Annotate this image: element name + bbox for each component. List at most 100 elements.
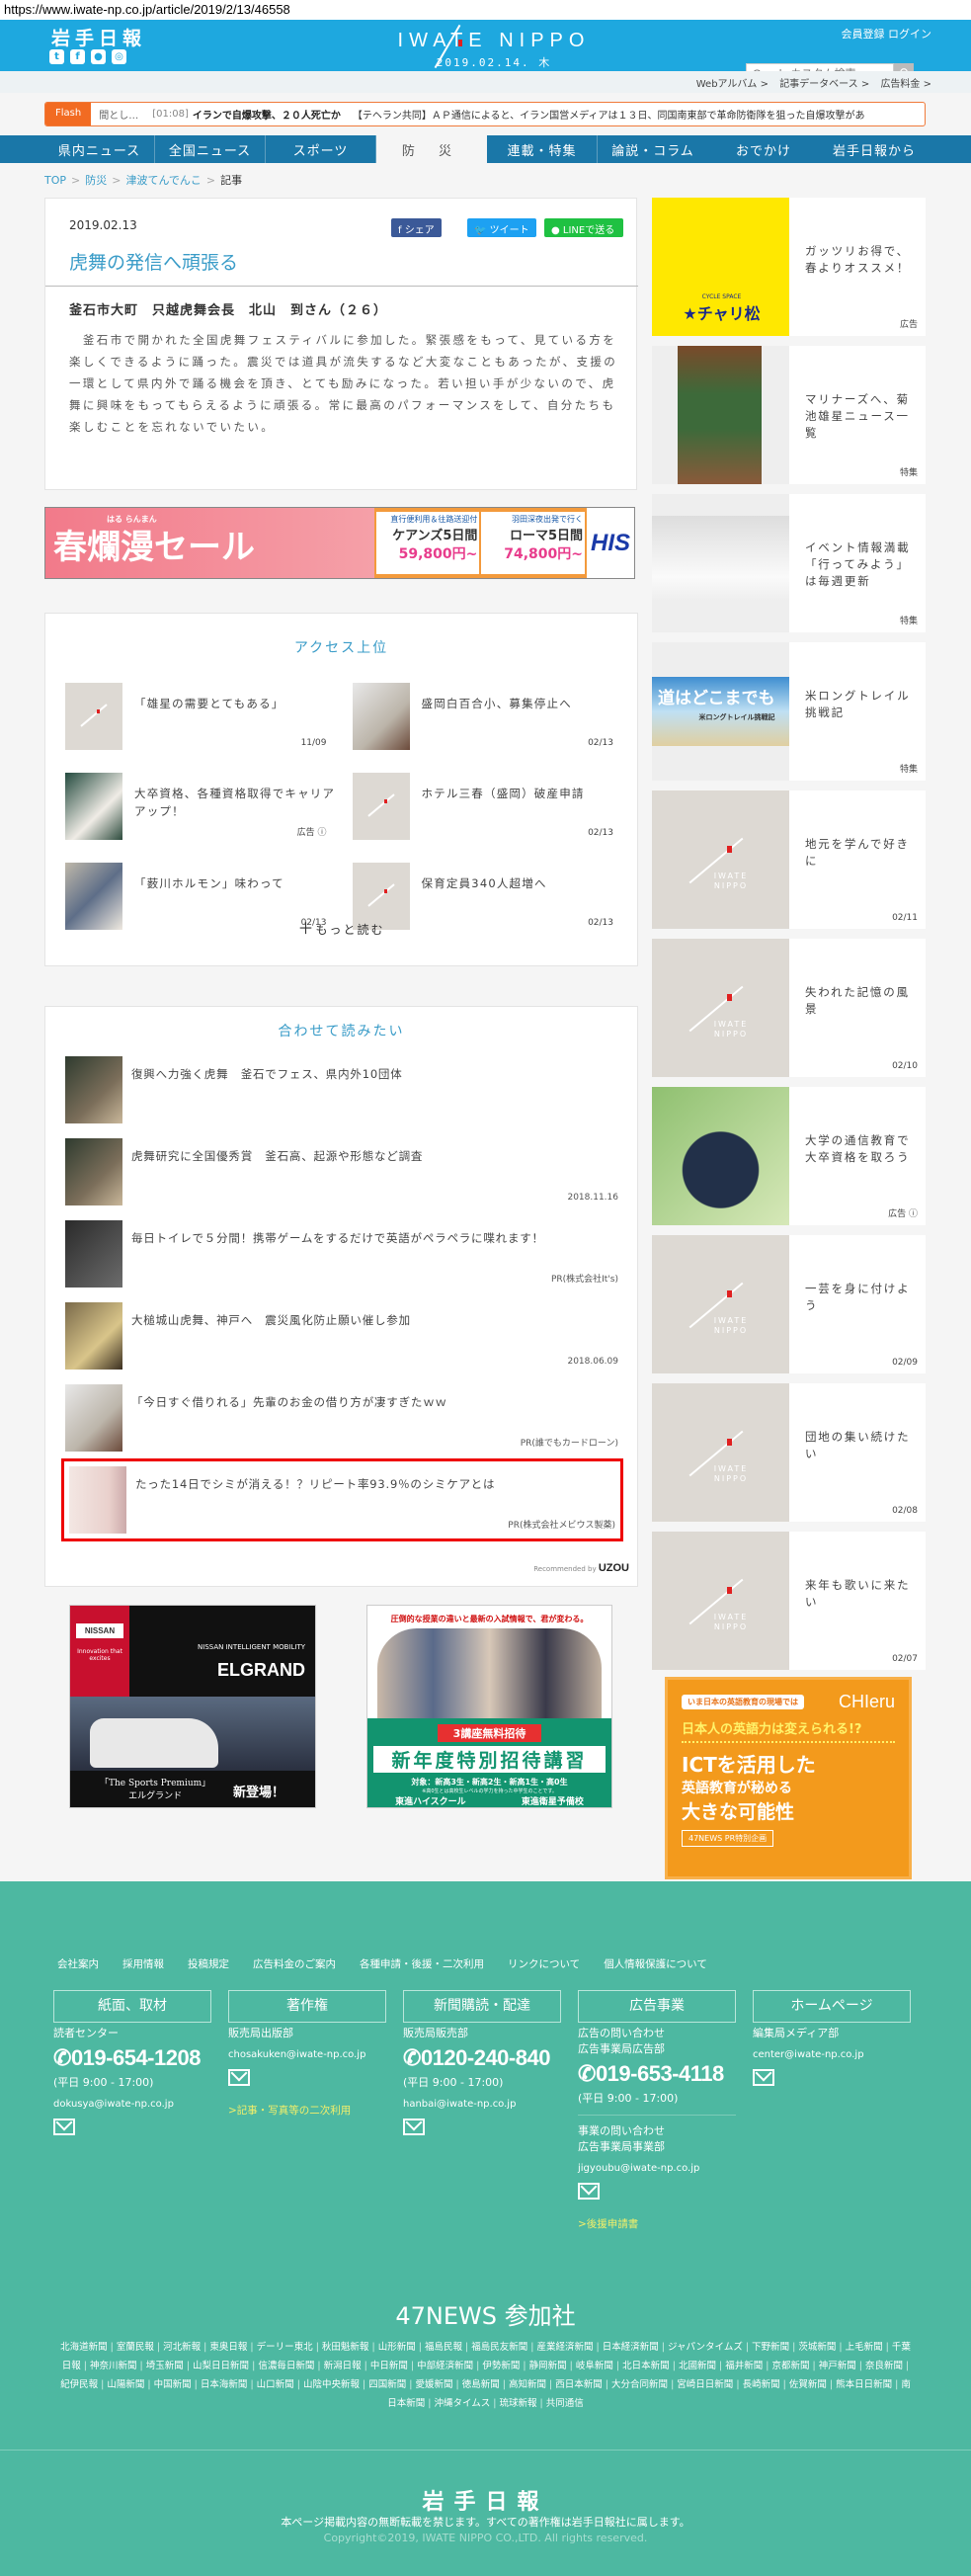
sidebar-card[interactable]: CYCLE SPACE ★チャリ松 ガッツリお得で、春よりオススメ！ 広告 xyxy=(652,198,926,336)
member-paper-link[interactable]: 伊勢新聞 xyxy=(482,2361,528,2371)
flash-news-ticker[interactable]: Flash 間とし… [01:08] イランで自爆攻撃、２０人死亡か 【テヘラン… xyxy=(44,102,926,126)
related-item[interactable]: 虎舞研究に全国優秀賞 釜石高、起源や形態など調査 2018.11.16 xyxy=(65,1138,618,1205)
member-paper-link[interactable]: 北國新聞 xyxy=(679,2361,725,2371)
member-paper-link[interactable]: 静岡新聞 xyxy=(529,2361,576,2371)
footer-link[interactable]: 投稿規定 xyxy=(188,1956,229,1971)
sponsorship-form-link[interactable]: >後援申請書 xyxy=(578,2216,736,2232)
member-paper-link[interactable]: 山形新聞 xyxy=(378,2342,425,2353)
member-paper-link[interactable]: 室蘭民報 xyxy=(117,2342,163,2353)
ad-rates-link[interactable]: 広告料金 > xyxy=(880,79,931,90)
sidebar-card[interactable]: マリナーズへ、菊池雄星ニュース一覧 特集 xyxy=(652,346,926,484)
member-paper-link[interactable]: 埼玉新聞 xyxy=(146,2361,193,2371)
column-heading[interactable]: ホームページ xyxy=(753,1990,911,2023)
sidebar-card[interactable]: 大学の通信教育で大卒資格を取ろう 広告 ⓘ xyxy=(652,1087,926,1225)
nav-from-iwate-nippo[interactable]: 岩手日報から xyxy=(819,135,930,163)
related-item[interactable]: たった14日でシミが消える！？リピート率93.9％のシミケアとは PR(株式会社メ… xyxy=(61,1458,623,1541)
line-share-button[interactable]: ● LINEで送る xyxy=(544,218,623,237)
member-paper-link[interactable]: 北海道新聞 xyxy=(60,2342,117,2353)
member-paper-link[interactable]: 宮崎日日新聞 xyxy=(677,2379,742,2390)
site-logo[interactable]: 岩手日報 xyxy=(51,24,146,50)
mail-icon[interactable] xyxy=(753,2069,774,2086)
member-paper-link[interactable]: 徳島新聞 xyxy=(462,2379,509,2390)
member-paper-link[interactable]: 沖縄タイムス xyxy=(434,2398,499,2409)
secondary-use-link[interactable]: >記事・写真等の二次利用 xyxy=(228,2103,386,2119)
member-paper-link[interactable]: 日本海新聞 xyxy=(201,2379,257,2390)
member-paper-link[interactable]: 共同通信 xyxy=(546,2398,584,2409)
footer-link[interactable]: リンクについて xyxy=(508,1956,580,1971)
nav-outing[interactable]: おでかけ xyxy=(708,135,819,163)
column-heading[interactable]: 新聞購読・配達 xyxy=(403,1990,561,2023)
member-paper-link[interactable]: 熊本日日新聞 xyxy=(836,2379,901,2390)
chieru-ad[interactable]: いま日本の英語教育の現場では CHIeru 日本人の英語力は変えられる!? IC… xyxy=(665,1677,912,1879)
member-paper-link[interactable]: 東奥日報 xyxy=(209,2342,256,2353)
phone-number[interactable]: ✆019-654-1208 xyxy=(53,2045,211,2071)
breadcrumb-category[interactable]: 防災 xyxy=(85,174,107,187)
column-heading[interactable]: 広告事業 xyxy=(578,1990,736,2023)
member-paper-link[interactable]: 山陽新聞 xyxy=(107,2379,153,2390)
member-paper-link[interactable]: 大分合同新聞 xyxy=(611,2379,677,2390)
member-paper-link[interactable]: 中日新聞 xyxy=(370,2361,417,2371)
url-bar[interactable]: https://www.iwate-np.co.jp/article/2019/… xyxy=(0,0,971,20)
instagram-icon[interactable]: ◎ xyxy=(112,49,126,64)
phone-number[interactable]: ✆019-653-4118 xyxy=(578,2061,736,2087)
member-paper-link[interactable]: 佐賀新聞 xyxy=(789,2379,836,2390)
nav-national-news[interactable]: 全国ニュース xyxy=(155,135,266,163)
nav-disaster-prevention[interactable]: 防 災 xyxy=(376,135,487,163)
member-paper-link[interactable]: 京都新聞 xyxy=(771,2361,818,2371)
column-heading[interactable]: 紙面、取材 xyxy=(53,1990,211,2023)
member-paper-link[interactable]: 下野新聞 xyxy=(752,2342,798,2353)
flash-headline[interactable]: イランで自爆攻撃、２０人死亡か xyxy=(193,107,341,122)
member-paper-link[interactable]: 福島民報 xyxy=(425,2342,471,2353)
footer-link[interactable]: 個人情報保護について xyxy=(604,1956,707,1971)
member-paper-link[interactable]: 四国新聞 xyxy=(368,2379,415,2390)
member-paper-link[interactable]: 中国新聞 xyxy=(154,2379,201,2390)
member-paper-link[interactable]: 愛媛新聞 xyxy=(415,2379,461,2390)
member-paper-link[interactable]: 福井新聞 xyxy=(725,2361,771,2371)
member-paper-link[interactable]: 中部経済新聞 xyxy=(417,2361,482,2371)
related-item[interactable]: 復興へ力強く虎舞 釜石でフェス、県内外10団体 xyxy=(65,1056,618,1123)
member-paper-link[interactable]: 高知新聞 xyxy=(509,2379,555,2390)
toshin-ad[interactable]: 圧倒的な授業の違いと最新の入試情報で、君が変わる。 3講座無料招待 新年度特別招… xyxy=(366,1605,612,1808)
footer-link[interactable]: 広告料金のご案内 xyxy=(253,1956,336,1971)
member-paper-link[interactable]: 琉球新報 xyxy=(500,2398,546,2409)
member-paper-link[interactable]: 茨城新聞 xyxy=(798,2342,845,2353)
sidebar-card[interactable]: 団地の集い続けたい 02/08 xyxy=(652,1383,926,1522)
tweet-button[interactable]: 🐦 ツイート xyxy=(467,218,536,237)
member-paper-link[interactable]: 新潟日報 xyxy=(324,2361,370,2371)
mail-icon[interactable] xyxy=(228,2069,250,2086)
nav-series[interactable]: 連載・特集 xyxy=(487,135,598,163)
line-icon[interactable]: ● xyxy=(91,49,106,64)
member-paper-link[interactable]: 産業経済新聞 xyxy=(536,2342,602,2353)
member-paper-link[interactable]: 紀伊民報 xyxy=(60,2379,107,2390)
member-paper-link[interactable]: 福島民友新聞 xyxy=(471,2342,536,2353)
nav-editorial[interactable]: 論説・コラム xyxy=(598,135,708,163)
nav-prefecture-news[interactable]: 県内ニュース xyxy=(44,135,155,163)
web-album-link[interactable]: Webアルバム > xyxy=(696,79,769,90)
recommended-by[interactable]: Recommended by UZOU xyxy=(533,1562,629,1574)
member-paper-link[interactable]: 上毛新聞 xyxy=(846,2342,892,2353)
mail-icon[interactable] xyxy=(403,2119,425,2135)
related-item[interactable]: 毎日トイレで５分間！携帯ゲームをするだけで英語がペラペラに喋れます！ PR(株式会… xyxy=(65,1220,618,1288)
ranking-item[interactable]: ホテル三春（盛岡）破産申請 02/13 xyxy=(352,773,624,840)
mail-icon[interactable] xyxy=(53,2119,75,2135)
nissan-ad[interactable]: NISSAN Innovation that excites NISSAN IN… xyxy=(69,1605,316,1808)
mail-icon[interactable] xyxy=(578,2183,600,2200)
ranking-item[interactable]: 大卒資格、各種資格取得でキャリアアップ！ 広告 ⓘ xyxy=(65,773,337,840)
read-more-button[interactable]: ＋もっと読む xyxy=(45,915,637,939)
login-link[interactable]: ログイン xyxy=(888,28,931,41)
member-paper-link[interactable]: 奈良新聞 xyxy=(865,2361,909,2371)
ranking-item[interactable]: 盛岡白百合小、募集停止へ 02/13 xyxy=(352,683,624,750)
member-paper-link[interactable]: 日本経済新聞 xyxy=(603,2342,668,2353)
member-paper-link[interactable]: 神奈川新聞 xyxy=(90,2361,146,2371)
member-paper-link[interactable]: 北日本新聞 xyxy=(622,2361,679,2371)
sidebar-card[interactable]: 道はどこまでも 米ロングトレイル挑戦記 米ロングトレイル挑戦記 特集 xyxy=(652,642,926,781)
member-paper-link[interactable]: 山口新聞 xyxy=(257,2379,303,2390)
nav-sports[interactable]: スポーツ xyxy=(266,135,376,163)
footer-link[interactable]: 採用情報 xyxy=(122,1956,164,1971)
member-paper-link[interactable]: 信濃毎日新聞 xyxy=(258,2361,323,2371)
breadcrumb-subcategory[interactable]: 津波てんでんこ xyxy=(125,174,201,187)
member-paper-link[interactable]: デーリー東北 xyxy=(257,2342,322,2353)
facebook-icon[interactable]: f xyxy=(70,49,85,64)
his-ad-banner[interactable]: 春爛漫セール はる らんまん 直行便利用＆往路送迎付 ケアンズ5日間 59,80… xyxy=(44,507,635,579)
member-paper-link[interactable]: 河北新報 xyxy=(163,2342,209,2353)
